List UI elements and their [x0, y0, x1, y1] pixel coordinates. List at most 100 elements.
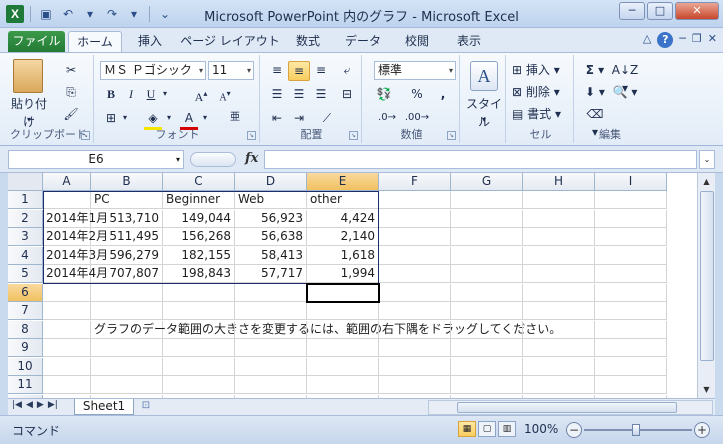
cell[interactable] — [307, 376, 379, 394]
align-left-icon[interactable]: ☰ — [266, 85, 288, 103]
column-header[interactable]: C — [163, 173, 235, 191]
name-box[interactable]: E6 ▾ — [8, 150, 184, 169]
column-header[interactable]: D — [235, 173, 307, 191]
column-header[interactable]: I — [595, 173, 667, 191]
cell[interactable] — [163, 320, 235, 339]
alignment-launcher-icon[interactable]: ↘ — [349, 131, 358, 140]
doc-minimize-icon[interactable]: ─ — [679, 32, 686, 48]
data-cell[interactable]: 4,424 — [307, 209, 379, 228]
align-top-icon[interactable]: ≡ — [266, 61, 288, 79]
minimize-ribbon-icon[interactable]: △ — [643, 32, 651, 48]
increase-indent-icon[interactable]: ⇥ — [288, 109, 310, 127]
select-all-corner[interactable] — [8, 173, 43, 191]
cell[interactable] — [379, 191, 451, 209]
row-header[interactable]: 7 — [8, 302, 43, 320]
doc-close-icon[interactable]: ✕ — [708, 32, 717, 48]
maximize-icon[interactable]: □ — [647, 2, 673, 20]
tab-review[interactable]: 校閲 — [394, 31, 440, 52]
formula-buttons[interactable] — [190, 152, 236, 167]
merge-center-icon[interactable]: ⊟ — [336, 85, 358, 103]
minimize-icon[interactable]: ─ — [619, 2, 645, 20]
cell[interactable] — [163, 283, 235, 302]
cell[interactable] — [523, 209, 595, 228]
column-header[interactable]: G — [451, 173, 523, 191]
cell[interactable] — [91, 302, 163, 320]
header-cell[interactable]: Web — [235, 191, 307, 209]
horizontal-scroll-thumb[interactable] — [457, 402, 677, 413]
zoom-slider[interactable]: − + — [566, 422, 712, 438]
borders-icon[interactable]: ⊞ — [102, 109, 120, 127]
cell[interactable] — [235, 376, 307, 394]
cell[interactable] — [91, 357, 163, 376]
cell[interactable] — [595, 209, 667, 228]
number-format-select[interactable]: 標準 ▾ — [374, 61, 456, 80]
data-cell[interactable]: 707,807 — [91, 265, 163, 283]
number-launcher-icon[interactable]: ↘ — [447, 131, 456, 140]
note-cell[interactable]: グラフのデータ範囲の大きさを変更するには、範囲の右下隅をドラッグしてください。 — [91, 320, 561, 339]
zoom-out-icon[interactable]: − — [566, 422, 582, 438]
cell[interactable] — [43, 302, 91, 320]
row-header[interactable]: 10 — [8, 357, 43, 376]
customize-qat-icon[interactable]: ⌄ — [156, 5, 174, 23]
insert-cells-button[interactable]: ⊞ 挿入 ▾ — [512, 61, 572, 79]
cell[interactable] — [451, 265, 523, 283]
row-header[interactable]: 2 — [8, 209, 43, 228]
font-name-select[interactable]: ＭＳ Ｐゴシック ▾ — [100, 61, 206, 80]
tab-view[interactable]: 表示 — [446, 31, 492, 52]
cell[interactable] — [451, 246, 523, 265]
cell[interactable] — [43, 357, 91, 376]
cell[interactable] — [43, 339, 91, 357]
paste-button[interactable] — [10, 59, 46, 98]
cell[interactable] — [379, 302, 451, 320]
cell[interactable] — [451, 228, 523, 246]
format-cells-button[interactable]: ▤ 書式 ▾ — [512, 105, 572, 123]
font-color-dropdown-icon[interactable]: ▾ — [200, 109, 210, 127]
cell[interactable] — [379, 357, 451, 376]
cell[interactable] — [595, 357, 667, 376]
cell[interactable] — [451, 302, 523, 320]
cell[interactable] — [43, 283, 91, 302]
cell[interactable] — [235, 283, 307, 302]
doc-restore-icon[interactable]: ❐ — [692, 32, 702, 48]
data-cell[interactable]: 2014年1月 — [43, 209, 108, 228]
header-cell[interactable] — [43, 191, 91, 209]
prev-sheet-icon[interactable]: ◀ — [26, 400, 33, 410]
header-cell[interactable]: PC — [91, 191, 163, 209]
cell[interactable] — [595, 265, 667, 283]
decrease-decimal-icon[interactable]: .00→ — [404, 109, 430, 127]
page-break-view-icon[interactable]: ▥ — [498, 421, 516, 437]
last-sheet-icon[interactable]: ▶| — [48, 400, 58, 410]
cell[interactable] — [595, 191, 667, 209]
find-select-icon[interactable]: 🔍 ▾ — [610, 83, 640, 101]
underline-button[interactable]: U — [142, 85, 160, 103]
accounting-format-icon[interactable]: 💱 — [374, 85, 394, 103]
scroll-down-icon[interactable]: ▼ — [698, 381, 715, 398]
cell[interactable] — [451, 283, 523, 302]
align-right-icon[interactable]: ☰ — [310, 85, 332, 103]
row-header[interactable]: 3 — [8, 228, 43, 246]
tab-file[interactable]: ファイル — [8, 31, 65, 52]
delete-cells-button[interactable]: ⊠ 削除 ▾ — [512, 83, 572, 101]
row-header[interactable]: 8 — [8, 320, 43, 339]
cell[interactable] — [451, 191, 523, 209]
selected-cell[interactable] — [306, 282, 380, 303]
zoom-knob[interactable] — [632, 424, 640, 436]
first-sheet-icon[interactable]: |◀ — [12, 400, 22, 410]
data-cell[interactable]: 56,638 — [235, 228, 307, 246]
increase-decimal-icon[interactable]: .0→ — [374, 109, 400, 127]
redo-dropdown-icon[interactable]: ▾ — [125, 5, 143, 23]
cell[interactable] — [163, 339, 235, 357]
spreadsheet-grid[interactable]: A B C D E F G H I 1 PC Beginner Web other 2 2014年1月 513,… — [8, 173, 697, 398]
orientation-icon[interactable]: ⟋ — [316, 109, 338, 127]
underline-dropdown-icon[interactable]: ▾ — [160, 85, 170, 103]
cell[interactable] — [523, 376, 595, 394]
copy-icon[interactable]: ⎘ — [62, 83, 80, 101]
cell[interactable] — [379, 228, 451, 246]
cell[interactable] — [43, 320, 91, 339]
help-icon[interactable]: ? — [657, 32, 674, 48]
row-header[interactable]: 1 — [8, 191, 43, 209]
data-cell[interactable]: 2014年3月 — [43, 246, 108, 265]
column-header[interactable]: H — [523, 173, 595, 191]
cell[interactable] — [379, 376, 451, 394]
cell[interactable] — [235, 339, 307, 357]
